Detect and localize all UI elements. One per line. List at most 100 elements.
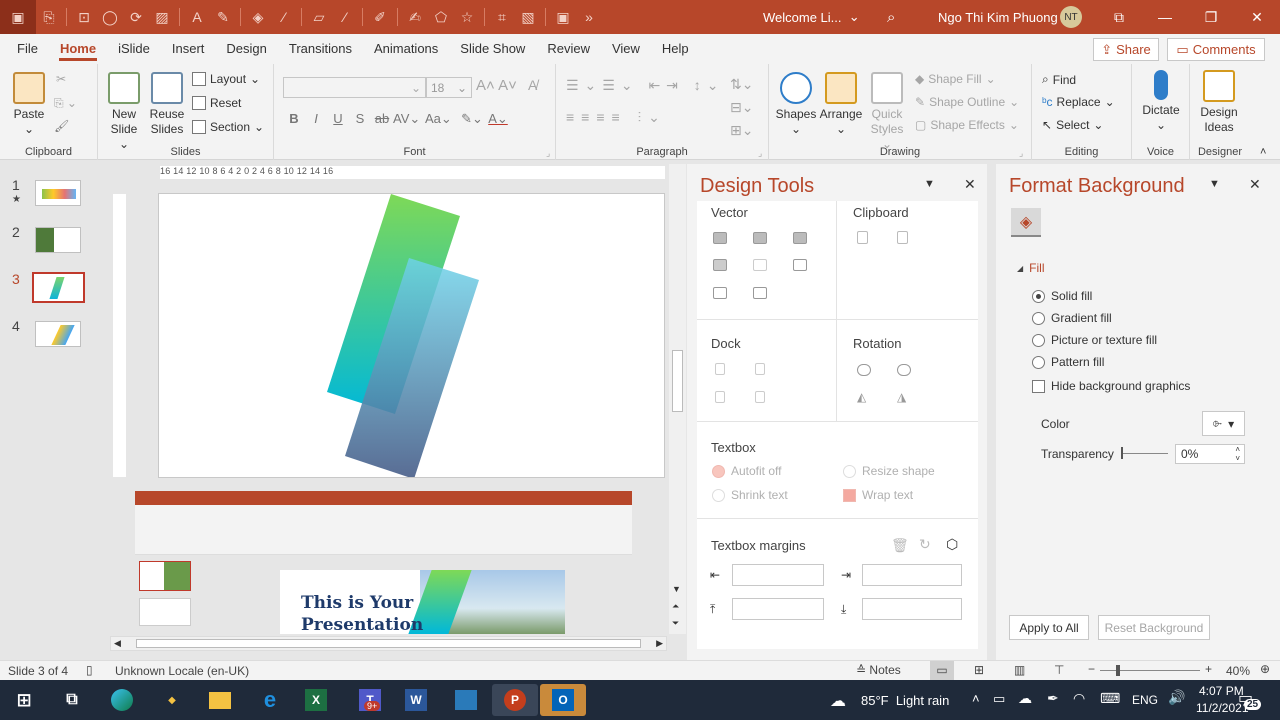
paste-size-icon[interactable] xyxy=(897,231,908,244)
highlight-icon[interactable]: ✎⌄ xyxy=(461,111,483,127)
format-painter-icon[interactable]: 🖌 xyxy=(54,119,69,133)
pen-icon[interactable]: ✎ xyxy=(210,0,236,34)
reset-button[interactable]: Reset xyxy=(192,96,241,110)
spellcheck-icon[interactable]: ▯ xyxy=(86,663,93,677)
resize-shape-option[interactable]: Resize shape xyxy=(843,464,935,478)
image-icon[interactable]: ▨ xyxy=(149,0,175,34)
transparency-slider[interactable] xyxy=(1121,453,1168,454)
autofit-radio[interactable] xyxy=(712,464,725,478)
margin-left-input[interactable] xyxy=(732,564,824,586)
excel-icon[interactable]: X xyxy=(305,689,327,711)
slideshow-icon[interactable]: ⊤ xyxy=(1054,663,1064,677)
fit-slide-icon[interactable]: ⊕ xyxy=(1260,662,1270,676)
scroll-down-icon[interactable]: ▼ xyxy=(672,584,681,594)
transparency-input[interactable]: 0% ˄ ˅ xyxy=(1175,444,1245,464)
pane-options-icon[interactable]: ▼ xyxy=(1209,178,1220,190)
tab-help[interactable]: Help xyxy=(651,34,700,64)
spinner-icon[interactable]: ˄ ˅ xyxy=(1235,445,1240,463)
notes-button[interactable]: ≙ Notes xyxy=(856,663,901,677)
hide-background-option[interactable]: Hide background graphics xyxy=(1032,379,1190,393)
flip-horizontal-icon[interactable]: ◮ xyxy=(897,390,906,404)
start-icon[interactable]: ⊞ xyxy=(6,684,42,716)
dock-right-icon[interactable] xyxy=(755,363,765,375)
picture-fill-radio[interactable] xyxy=(1032,333,1045,347)
slide-sorter-icon[interactable]: ⊞ xyxy=(974,663,984,677)
union-icon[interactable] xyxy=(713,232,727,244)
strikethrough-icon[interactable]: ab xyxy=(371,111,393,127)
solid-fill-radio[interactable] xyxy=(1032,289,1045,303)
fill-bucket-icon[interactable]: ◈ xyxy=(1011,208,1041,237)
picture-fill-option[interactable]: Picture or texture fill xyxy=(1032,333,1157,347)
change-case-icon[interactable]: Aa⌄ xyxy=(425,111,452,127)
slide-thumbnail-2[interactable] xyxy=(35,227,81,253)
normal-view-icon[interactable]: ▭ xyxy=(930,661,954,680)
shrink-text-option[interactable]: Shrink text xyxy=(712,488,788,502)
pattern-fill-option[interactable]: Pattern fill xyxy=(1032,355,1104,369)
layout-button[interactable]: Layout ⌄ xyxy=(192,72,260,86)
bullets-icon[interactable]: ☰⌄☰⌄ ⇤⇥ ↕⌄ xyxy=(566,77,725,94)
gradient-fill-option[interactable]: Gradient fill xyxy=(1032,311,1112,325)
margin-right-input[interactable] xyxy=(862,564,962,586)
gradient-fill-radio[interactable] xyxy=(1032,311,1045,325)
dock-top-icon[interactable] xyxy=(715,391,725,403)
editor-horizontal-scrollbar[interactable]: ◀ ▶ xyxy=(110,636,667,651)
color-picker-button[interactable]: ⌱ ▾ xyxy=(1202,411,1245,436)
layout-icon[interactable]: ▣ xyxy=(550,0,576,34)
shape-icon[interactable]: ◯ xyxy=(97,0,123,34)
zoom-slider[interactable] xyxy=(1100,670,1200,671)
dock-bottom-icon[interactable] xyxy=(755,391,765,403)
photos-icon[interactable] xyxy=(455,690,477,710)
tab-file[interactable]: File xyxy=(6,34,49,64)
spacing-icon[interactable]: AV⌄ xyxy=(393,111,420,127)
slider-thumb[interactable] xyxy=(1121,447,1123,459)
close-icon[interactable]: ✕ xyxy=(964,176,976,193)
apply-to-all-button[interactable]: Apply to All xyxy=(1009,615,1089,640)
draw-icon[interactable]: ✍ xyxy=(402,0,428,34)
text-shape-icon[interactable] xyxy=(713,287,727,299)
word-icon[interactable]: W xyxy=(405,689,427,711)
edge-icon[interactable] xyxy=(111,689,133,711)
reset-background-button[interactable]: Reset Background xyxy=(1098,615,1210,640)
find-button[interactable]: ⌕ Find xyxy=(1042,72,1076,87)
align-text-icon[interactable]: ⊟⌄ xyxy=(730,99,753,116)
reading-view-icon[interactable]: ▥ xyxy=(1014,663,1025,677)
tab-transitions[interactable]: Transitions xyxy=(278,34,363,64)
sync-icon[interactable]: ⟳ xyxy=(123,0,149,34)
internet-explorer-icon[interactable]: e xyxy=(252,684,288,716)
document-title[interactable]: Welcome Li... ⌄ xyxy=(763,0,860,34)
pencil-icon[interactable]: ⁄ xyxy=(332,0,358,34)
new-slide-button[interactable]: New Slide ⌄ xyxy=(104,72,144,152)
combine-icon[interactable] xyxy=(753,232,767,244)
share-button[interactable]: ⇪ Share xyxy=(1093,38,1159,61)
weather-icon[interactable]: ☁ xyxy=(830,691,846,711)
locale-label[interactable]: Unknown Locale (en-UK) xyxy=(115,664,249,678)
editor-vertical-scrollbar[interactable]: ▼ ⏶ ⏷ xyxy=(669,164,686,634)
tab-insert[interactable]: Insert xyxy=(161,34,216,64)
tab-view[interactable]: View xyxy=(601,34,651,64)
avatar[interactable]: NT xyxy=(1060,6,1082,28)
margin-top-input[interactable] xyxy=(732,598,824,620)
picker-icon[interactable]: ✐ xyxy=(367,0,393,34)
tab-islide[interactable]: iSlide xyxy=(107,34,161,64)
language-label[interactable]: ENG xyxy=(1132,693,1158,707)
more-icon[interactable]: » xyxy=(576,0,602,34)
slide-canvas[interactable] xyxy=(158,193,665,478)
replace-button[interactable]: ᵇc Replace ⌄ xyxy=(1042,95,1115,109)
save-icon[interactable]: ▣ xyxy=(0,0,36,34)
drawing-launcher-icon[interactable]: ⌟ xyxy=(1019,148,1023,159)
tab-slide-show[interactable]: Slide Show xyxy=(449,34,536,64)
align-icon[interactable]: ≡≡≡≡ ⫶⌄ xyxy=(566,109,667,126)
next-slide-icon[interactable]: ⏷ xyxy=(672,618,679,629)
tab-animations[interactable]: Animations xyxy=(363,34,449,64)
design-ideas-button[interactable]: Design Ideas xyxy=(1196,70,1242,135)
intersect-icon[interactable] xyxy=(713,259,727,271)
task-view-icon[interactable]: ⧉ xyxy=(54,684,90,716)
scroll-right-icon[interactable]: ▶ xyxy=(656,638,663,649)
shape-effects-button[interactable]: ▢ Shape Effects ⌄ xyxy=(915,118,1019,132)
copy-size-icon[interactable] xyxy=(857,231,868,244)
network-icon[interactable]: ▭ xyxy=(993,691,1005,707)
zoom-out-icon[interactable]: − xyxy=(1088,662,1095,676)
dictate-button[interactable]: Dictate ⌄ xyxy=(1138,70,1184,133)
quick-styles-button[interactable]: Quick Styles ⌄ xyxy=(865,72,909,152)
outline-icon[interactable]: ▱ xyxy=(306,0,332,34)
